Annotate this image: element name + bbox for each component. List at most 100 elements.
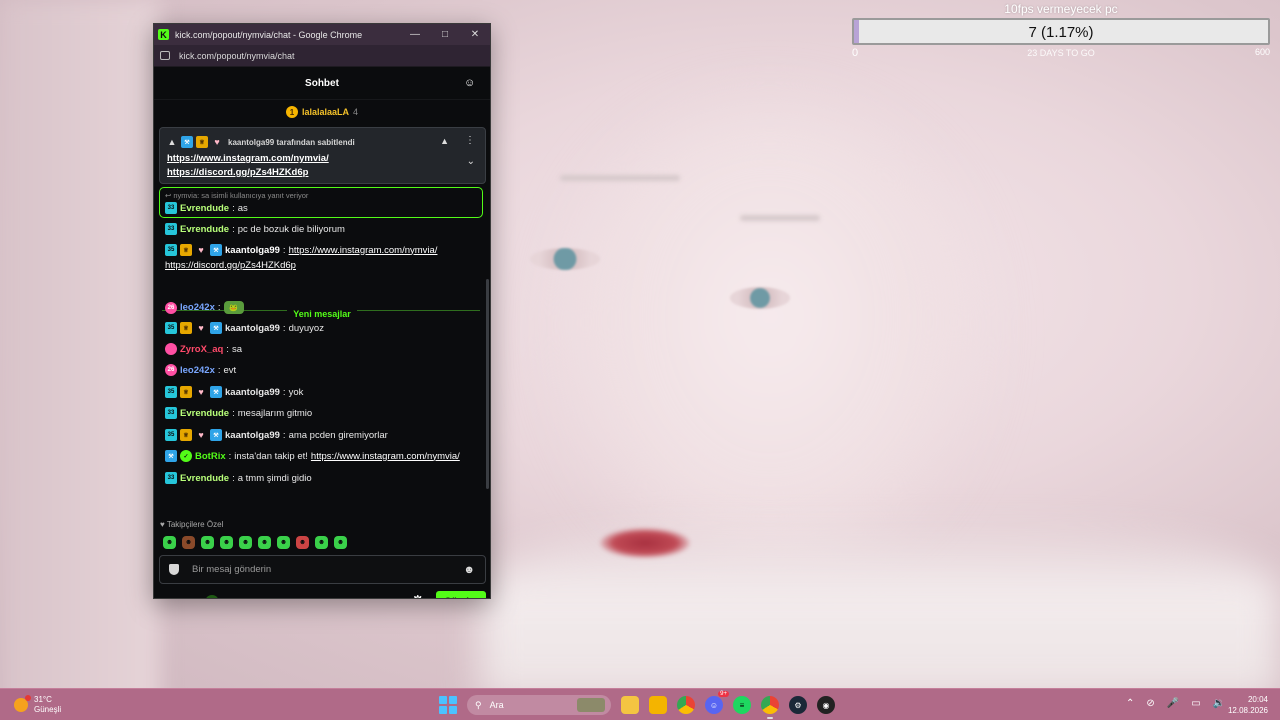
emote-icon[interactable]: ☻ xyxy=(277,536,290,549)
kick-coin-icon[interactable]: K xyxy=(205,595,219,598)
goal-title: 10fps vermeyecek pc xyxy=(1004,2,1118,16)
username[interactable]: kaantolga99 xyxy=(225,245,280,256)
chat-popup-window: K kick.com/popout/nymvia/chat - Google C… xyxy=(153,23,491,599)
settings-gear-icon[interactable]: ⚙ xyxy=(411,592,424,598)
username[interactable]: kaantolga99 xyxy=(225,323,280,334)
chat-message[interactable]: 33 Evrendude: pc de bozuk die biliyorum xyxy=(165,223,482,235)
gifter-rank-icon: 1 xyxy=(285,106,298,118)
subscriber-badge-icon xyxy=(165,343,177,355)
emote-icon[interactable]: ☻ xyxy=(258,536,271,549)
display-icon[interactable]: ▭ xyxy=(1191,698,1200,709)
chat-message[interactable]: 26 leo242x: evt xyxy=(165,364,482,376)
send-button[interactable]: Gönder xyxy=(436,591,486,598)
pinned-message[interactable]: ▲ ⚒ ♕ ♥ kaantolga99 tarafından sabitlend… xyxy=(159,127,486,184)
address-bar[interactable]: kick.com/popout/nymvia/chat xyxy=(154,45,490,67)
obs-icon[interactable]: ◉ xyxy=(817,696,835,714)
pinned-link-instagram[interactable]: https://www.instagram.com/nymvia/ xyxy=(167,153,329,164)
subscriber-badge-icon: 26 xyxy=(165,364,177,376)
maximize-icon[interactable]: □ xyxy=(430,24,460,45)
emote-icon[interactable]: ☻ xyxy=(296,536,309,549)
discord-icon[interactable]: ☺ 9+ xyxy=(705,691,729,714)
close-icon[interactable]: ✕ xyxy=(460,24,490,45)
message-link[interactable]: https://www.instagram.com/nymvia/ xyxy=(311,451,460,462)
emote-icon[interactable]: ☻ xyxy=(201,536,214,549)
chat-message[interactable]: 35 ♕ ♥ ⚒ kaantolga99: https://www.instag… xyxy=(165,244,482,256)
taskbar-apps: ⚲ Ara ☺ 9+ ≡ ⚙ ◉ xyxy=(439,691,835,719)
crown-badge-icon: ♕ xyxy=(196,136,208,148)
pinned-link-discord[interactable]: https://discord.gg/pZs4HZKd6p xyxy=(167,167,308,178)
chevron-down-icon[interactable]: ⌄ xyxy=(467,156,475,167)
chat-message[interactable]: 33 Evrendude: mesajlarım gitmio xyxy=(165,407,482,419)
chrome-active-icon[interactable] xyxy=(761,696,779,719)
taskbar-search[interactable]: ⚲ Ara xyxy=(467,695,611,715)
username[interactable]: ZyroX_aq xyxy=(180,344,223,355)
message-text: yok xyxy=(288,386,304,398)
minimize-icon[interactable]: — xyxy=(400,24,430,45)
heart-badge-icon: ♥ xyxy=(198,387,204,397)
emote-icon[interactable]: ☻ xyxy=(315,536,328,549)
microphone-icon[interactable]: 🎤 xyxy=(1167,698,1179,709)
username[interactable]: BotRix xyxy=(195,451,226,462)
username[interactable]: Evrendude xyxy=(180,224,229,235)
chat-message[interactable]: 33 Evrendude: as xyxy=(165,202,482,214)
username[interactable]: Evrendude xyxy=(180,408,229,419)
message-input[interactable] xyxy=(192,564,452,575)
chat-message[interactable]: 35 ♕ ♥ ⚒ kaantolga99: ama pcden giremiyo… xyxy=(165,429,482,441)
chat-message[interactable]: 35 ♕ ♥ ⚒ kaantolga99: duyuyoz xyxy=(165,322,482,334)
unpin-icon[interactable]: ▲ xyxy=(440,136,449,146)
emote-icon[interactable]: ☻ xyxy=(182,536,195,549)
gifter-count: 4 xyxy=(353,107,359,117)
chat-message[interactable]: 26 leo242x: 🐸 xyxy=(165,301,482,314)
crown-badge-icon: ♕ xyxy=(180,244,192,256)
more-options-icon[interactable]: ⋮ xyxy=(465,135,475,146)
chrome-icon[interactable] xyxy=(677,696,695,714)
users-icon[interactable]: ☺ xyxy=(464,77,478,91)
chat-title: Sohbet xyxy=(305,78,339,89)
chat-message[interactable]: ZyroX_aq: sa xyxy=(165,343,482,355)
kicks-icon[interactable]: ●• xyxy=(165,596,174,598)
username[interactable]: leo242x xyxy=(180,302,215,313)
chat-message[interactable]: ⚒ ✓ BotRix: insta'dan takip et! https://… xyxy=(165,450,482,462)
message-link-discord[interactable]: https://discord.gg/pZs4HZKd6p xyxy=(165,260,296,271)
steam-icon[interactable]: ⚙ xyxy=(789,696,807,714)
message-input-box[interactable]: ☻ xyxy=(159,555,486,584)
emote-icon[interactable]: ☻ xyxy=(334,536,347,549)
url-text: kick.com/popout/nymvia/chat xyxy=(179,50,295,61)
username[interactable]: Evrendude xyxy=(180,473,229,484)
weather-widget[interactable]: 31°C Güneşli xyxy=(14,695,61,715)
sun-icon xyxy=(14,695,31,712)
username[interactable]: kaantolga99 xyxy=(225,387,280,398)
frog-emote-icon: 🐸 xyxy=(223,301,244,314)
window-titlebar[interactable]: K kick.com/popout/nymvia/chat - Google C… xyxy=(154,24,490,45)
site-info-icon[interactable] xyxy=(160,51,170,60)
emote-icon[interactable]: ☻ xyxy=(220,536,233,549)
clock-time: 20:04 xyxy=(1247,695,1268,704)
wallpaper-cloth xyxy=(480,520,1280,700)
chat-message[interactable]: 35 ♕ ♥ ⚒ kaantolga99: yok xyxy=(165,386,482,398)
chat-scrollbar[interactable] xyxy=(486,279,489,489)
kick-logo-icon: K xyxy=(158,29,169,40)
spotify-icon[interactable]: ≡ xyxy=(733,696,751,714)
clock[interactable]: 20:04 12.08.2026 xyxy=(1228,694,1268,716)
username[interactable]: leo242x xyxy=(180,365,215,376)
emote-icon[interactable]: ☻ xyxy=(163,536,176,549)
crown-badge-icon: ♕ xyxy=(180,429,192,441)
network-icon[interactable]: ⊘ xyxy=(1146,698,1154,709)
moderator-badge-icon: ⚒ xyxy=(210,322,222,334)
subscriber-badge-icon: 33 xyxy=(165,202,177,214)
file-explorer-icon[interactable] xyxy=(649,696,667,714)
username[interactable]: kaantolga99 xyxy=(225,430,280,441)
windows-start-icon[interactable] xyxy=(439,696,457,714)
clock-date: 12.08.2026 xyxy=(1227,706,1268,715)
show-hidden-icons-icon[interactable]: ⌃ xyxy=(1126,698,1134,709)
task-view-icon[interactable] xyxy=(621,696,639,714)
top-gifter[interactable]: 1 lalalalaaLA 4 xyxy=(154,103,490,121)
username[interactable]: Evrendude xyxy=(180,203,229,214)
chat-message[interactable]: 33 Evrendude: a tmm şimdi gidio xyxy=(165,472,482,484)
emote-icon[interactable]: ☻ xyxy=(239,536,252,549)
message-text: duyuyoz xyxy=(288,322,324,334)
message-link[interactable]: https://www.instagram.com/nymvia/ xyxy=(289,245,438,256)
volume-icon[interactable]: 🔉 xyxy=(1213,698,1225,709)
goal-overlay: 10fps vermeyecek pc 7 (1.17%) 0 23 DAYS … xyxy=(852,0,1270,62)
emoji-picker-icon[interactable]: ☻ xyxy=(463,564,475,576)
